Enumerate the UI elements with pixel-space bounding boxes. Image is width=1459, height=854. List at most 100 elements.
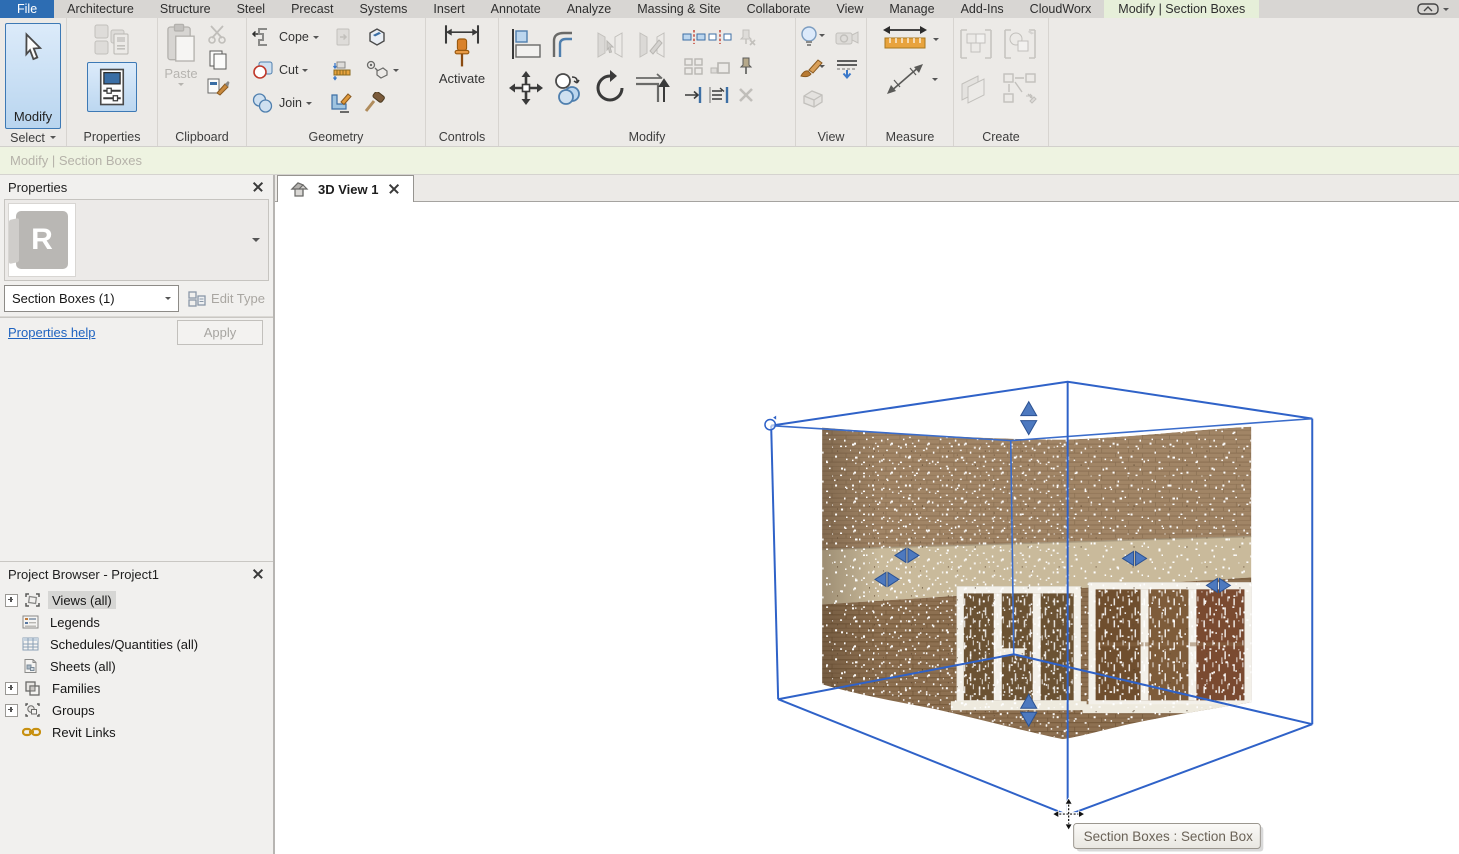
- section-box-rotate-handle[interactable]: [765, 416, 776, 430]
- family-properties-icon[interactable]: [92, 22, 132, 58]
- viewport-3d[interactable]: Section Boxes : Section Box: [275, 202, 1459, 854]
- menu-tab-manage[interactable]: Manage: [876, 0, 947, 18]
- cope-icon[interactable]: [251, 26, 275, 48]
- underlay-lines-icon[interactable]: [833, 56, 861, 80]
- trim-single-icon[interactable]: [683, 86, 705, 104]
- reveal-hidden-icon[interactable]: [798, 25, 828, 49]
- cut-caret-icon[interactable]: [302, 69, 308, 72]
- expand-plus-icon[interactable]: [5, 704, 18, 717]
- menu-tab-systems[interactable]: Systems: [346, 0, 420, 18]
- unpin-icon: [735, 28, 757, 46]
- scale-icon: [709, 57, 731, 75]
- menu-tab-collaborate[interactable]: Collaborate: [734, 0, 824, 18]
- join-geometry-icon[interactable]: [251, 92, 275, 114]
- wall-layers-icon[interactable]: [331, 59, 355, 81]
- menu-tab-steel[interactable]: Steel: [224, 0, 279, 18]
- split-with-gap-icon[interactable]: [708, 30, 732, 44]
- menu-tab-cloudworx[interactable]: CloudWorx: [1017, 0, 1105, 18]
- revit-links-icon: [22, 725, 41, 739]
- offset-icon[interactable]: [550, 27, 586, 61]
- properties-close-icon[interactable]: [251, 180, 265, 194]
- menu-tab-view[interactable]: View: [824, 0, 877, 18]
- tree-item-families[interactable]: Families: [0, 677, 273, 699]
- ribbon-minimize-icon: [1417, 3, 1439, 15]
- select-panel-caret-icon: [50, 136, 56, 139]
- properties-help-link[interactable]: Properties help: [8, 325, 177, 340]
- copy-to-clipboard-icon[interactable]: [206, 50, 230, 70]
- menu-tab-annotate[interactable]: Annotate: [478, 0, 554, 18]
- demolish-hammer-icon[interactable]: [363, 92, 387, 114]
- create-similar-icon: [1001, 26, 1039, 62]
- view-tab-3d-view-1[interactable]: 3D View 1: [277, 175, 414, 202]
- cut-label[interactable]: Cut: [279, 63, 298, 77]
- paste-button[interactable]: Paste: [164, 22, 198, 96]
- type-selector-preview[interactable]: R: [4, 199, 269, 281]
- paste-button-label: Paste: [164, 66, 197, 81]
- type-selector-caret-icon[interactable]: [252, 238, 260, 242]
- activate-controls-button[interactable]: Activate: [426, 18, 498, 86]
- cut-geometry-icon[interactable]: [251, 59, 275, 81]
- menu-tab-architecture[interactable]: Architecture: [54, 0, 147, 18]
- graphic-display-brush-icon[interactable]: [798, 56, 828, 80]
- type-selector-dropdown[interactable]: Section Boxes (1): [4, 285, 179, 312]
- menu-tab-modify-section-boxes[interactable]: Modify | Section Boxes: [1104, 0, 1259, 18]
- tree-item-sheets[interactable]: Sheets (all): [0, 655, 273, 677]
- measure-diagonal-button[interactable]: [882, 60, 938, 98]
- ribbon-toggle-button[interactable]: [1407, 0, 1459, 18]
- ribbon-panel-view: View: [796, 18, 867, 146]
- groups-icon: [24, 702, 41, 718]
- copy-icon[interactable]: [550, 71, 586, 105]
- join-caret-icon[interactable]: [306, 102, 312, 105]
- apply-button[interactable]: Apply: [177, 320, 263, 345]
- menu-tab-massing-site[interactable]: Massing & Site: [624, 0, 733, 18]
- type-selector-value: Section Boxes (1): [12, 291, 165, 306]
- paste-icon: [164, 22, 198, 66]
- clipboard-panel-label: Clipboard: [158, 127, 246, 146]
- measure-panel-label-text: Measure: [886, 130, 935, 144]
- view-panel-label-text: View: [818, 130, 845, 144]
- view-tab-close-icon[interactable]: [387, 182, 401, 196]
- demolish-link-icon[interactable]: [363, 59, 389, 81]
- expand-plus-icon[interactable]: [5, 594, 18, 607]
- expand-plus-icon[interactable]: [5, 682, 18, 695]
- properties-palette-title: Properties: [8, 180, 251, 195]
- tree-item-legends[interactable]: Legends: [0, 611, 273, 633]
- cope-label[interactable]: Cope: [279, 30, 309, 44]
- menu-tab-insert[interactable]: Insert: [420, 0, 477, 18]
- ribbon-panel-create: Create: [954, 18, 1049, 146]
- tree-item-schedules[interactable]: Schedules/Quantities (all): [0, 633, 273, 655]
- scene-svg: Section Boxes : Section Box: [275, 202, 1459, 854]
- rotate-icon[interactable]: [591, 69, 629, 107]
- project-browser-close-icon[interactable]: [251, 567, 265, 581]
- properties-palette-button[interactable]: [87, 62, 137, 112]
- edit-type-button[interactable]: Edit Type: [184, 291, 269, 307]
- move-icon[interactable]: [508, 70, 544, 106]
- link-caret-icon[interactable]: [393, 69, 399, 72]
- trim-extend-icon[interactable]: [633, 70, 671, 106]
- modify-panel-label: Modify: [499, 127, 795, 146]
- trim-multiple-icon[interactable]: [708, 86, 732, 104]
- solid-box-icon[interactable]: [365, 25, 389, 49]
- align-icon[interactable]: [509, 27, 543, 61]
- menu-tab-add-ins[interactable]: Add-Ins: [948, 0, 1017, 18]
- create-assembly-icon: [956, 70, 996, 106]
- measure-linear-button[interactable]: [881, 24, 939, 54]
- menu-tab-file[interactable]: File: [0, 0, 54, 18]
- wall-joins-icon[interactable]: [329, 92, 353, 114]
- pin-icon[interactable]: [738, 56, 754, 76]
- menu-tab-analyze[interactable]: Analyze: [554, 0, 624, 18]
- join-label[interactable]: Join: [279, 96, 302, 110]
- cope-caret-icon[interactable]: [313, 36, 319, 39]
- menu-tab-precast[interactable]: Precast: [278, 0, 346, 18]
- clipboard-panel-label-text: Clipboard: [175, 130, 229, 144]
- split-element-icon[interactable]: [682, 30, 706, 44]
- tree-item-revit-links[interactable]: Revit Links: [0, 721, 273, 743]
- select-panel-label[interactable]: Select: [0, 129, 66, 146]
- tree-item-groups[interactable]: Groups: [0, 699, 273, 721]
- tree-item-views[interactable]: Views (all): [0, 589, 273, 611]
- point-cloud-facade[interactable]: [822, 427, 1257, 756]
- modify-tool-button[interactable]: Modify: [5, 23, 61, 129]
- match-type-properties-icon[interactable]: [206, 76, 230, 96]
- menu-tab-structure[interactable]: Structure: [147, 0, 224, 18]
- create-panel-label: Create: [954, 127, 1048, 146]
